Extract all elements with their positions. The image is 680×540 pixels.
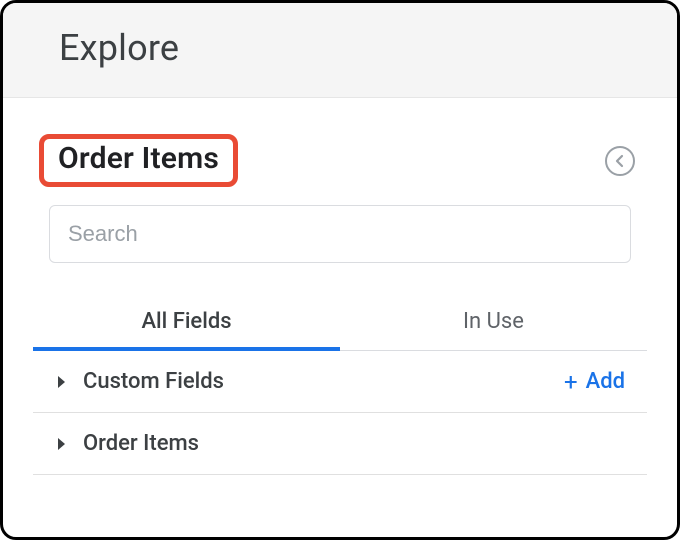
panel-title-row: Order Items: [33, 134, 647, 187]
panel-body: Order Items All Fields In Use Custom Fie…: [3, 98, 677, 537]
search-input[interactable]: [49, 205, 631, 263]
section-order-items[interactable]: Order Items: [33, 413, 647, 475]
add-button-label: Add: [586, 369, 625, 394]
tab-all-fields[interactable]: All Fields: [33, 295, 340, 350]
section-header-left: Custom Fields: [57, 369, 224, 394]
panel-title-highlight: Order Items: [39, 134, 238, 187]
section-label-custom-fields: Custom Fields: [83, 369, 224, 394]
collapse-button[interactable]: [605, 146, 635, 176]
panel-title: Order Items: [58, 141, 219, 176]
plus-icon: +: [564, 370, 578, 394]
field-tabs: All Fields In Use: [33, 295, 647, 351]
header-bar: Explore: [3, 3, 677, 98]
caret-right-icon: [57, 437, 67, 451]
explore-window: Explore Order Items All Fields In Use: [0, 0, 680, 540]
section-label-order-items: Order Items: [83, 431, 199, 456]
section-custom-fields[interactable]: Custom Fields + Add: [33, 351, 647, 413]
section-header-left: Order Items: [57, 431, 199, 456]
search-container: [33, 205, 647, 263]
tab-in-use[interactable]: In Use: [340, 295, 647, 350]
header-title: Explore: [59, 27, 647, 69]
add-button[interactable]: + Add: [564, 369, 625, 394]
caret-right-icon: [57, 375, 67, 389]
chevron-left-icon: [614, 154, 626, 168]
